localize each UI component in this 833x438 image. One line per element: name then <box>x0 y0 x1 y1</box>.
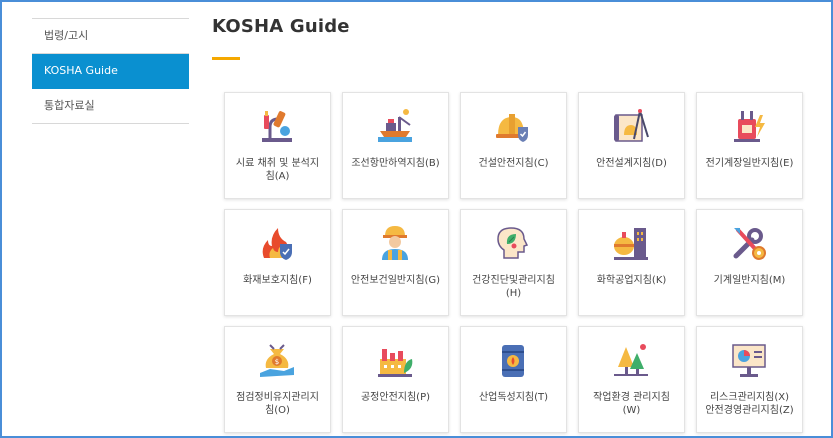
guide-label: 건설안전지침(C) <box>478 158 549 169</box>
fire-shield-icon <box>262 228 292 260</box>
wrench-gear-icon <box>733 228 766 260</box>
electric-plug-icon <box>734 111 765 142</box>
trees-icon <box>614 344 648 376</box>
sidebar: 법령/고시 KOSHA Guide 통합자료실 <box>32 18 189 124</box>
presentation-chart-icon <box>732 344 766 377</box>
head-leaf-icon <box>497 227 529 259</box>
guide-label: 작업환경 관리지침 (W) <box>593 392 670 416</box>
page-title: KOSHA Guide <box>212 16 350 37</box>
guide-card-t[interactable]: 산업독성지침(T) <box>460 326 567 433</box>
sidebar-item-kosha-guide[interactable]: KOSHA Guide <box>32 54 189 89</box>
guide-label: 전기계장일반지침(E) <box>705 158 794 169</box>
guide-card-g[interactable]: 안전보건일반지침(G) <box>342 209 449 316</box>
guide-label: 산업독성지침(T) <box>478 392 549 403</box>
guide-label: 리스크관리지침(X) 안전경영관리지침(Z) <box>705 392 794 416</box>
guide-card-o[interactable]: $ 점검정비유지관리지 침(O) <box>224 326 331 433</box>
factory-icon <box>378 349 413 377</box>
guide-card-a[interactable]: 시료 채취 및 분석지 침(A) <box>224 92 331 199</box>
worker-icon <box>382 226 408 260</box>
guide-card-f[interactable]: 화재보호지침(F) <box>224 209 331 316</box>
guide-label: 시료 채취 및 분석지 침(A) <box>235 158 320 182</box>
guide-label: 조선항만하역지침(B) <box>351 158 440 169</box>
chemical-tank-icon <box>614 228 648 260</box>
guide-label: 공정안전지침(P) <box>360 392 431 403</box>
guide-card-d[interactable]: 안전설계지침(D) <box>578 92 685 199</box>
hardhat-shield-icon <box>496 114 528 142</box>
guide-card-x-z[interactable]: 리스크관리지침(X) 안전경영관리지침(Z) <box>696 326 803 433</box>
money-bag-hand-icon: $ <box>260 344 294 377</box>
guide-card-c[interactable]: 건설안전지침(C) <box>460 92 567 199</box>
sidebar-item-archive[interactable]: 통합자료실 <box>32 89 189 124</box>
guide-label: 기계일반지침(M) <box>713 275 786 286</box>
ship-port-icon <box>378 109 412 142</box>
guide-label: 화학공업지침(K) <box>596 275 667 286</box>
guide-card-e[interactable]: 전기계장일반지침(E) <box>696 92 803 199</box>
page-frame: 법령/고시 KOSHA Guide 통합자료실 KOSHA Guide 시료 채… <box>0 0 833 438</box>
sidebar-item-laws[interactable]: 법령/고시 <box>32 18 189 54</box>
guide-card-w[interactable]: 작업환경 관리지침 (W) <box>578 326 685 433</box>
toxic-barrel-icon <box>502 345 524 377</box>
svg-text:$: $ <box>275 358 279 366</box>
guide-card-k[interactable]: 화학공업지침(K) <box>578 209 685 316</box>
guide-card-p[interactable]: 공정안전지침(P) <box>342 326 449 433</box>
guide-label: 안전설계지침(D) <box>596 158 667 169</box>
guide-card-b[interactable]: 조선항만하역지침(B) <box>342 92 449 199</box>
blueprint-compass-icon <box>614 109 649 142</box>
guide-card-h[interactable]: 건강진단및관리지침 (H) <box>460 209 567 316</box>
microscope-icon <box>262 111 292 142</box>
guide-label: 안전보건일반지침(G) <box>350 275 441 286</box>
guide-card-m[interactable]: 기계일반지침(M) <box>696 209 803 316</box>
guide-label: 화재보호지침(F) <box>243 275 312 286</box>
title-underline <box>212 57 240 60</box>
guide-label: 점검정비유지관리지 침(O) <box>236 392 319 416</box>
guide-label: 건강진단및관리지침 (H) <box>472 275 555 299</box>
